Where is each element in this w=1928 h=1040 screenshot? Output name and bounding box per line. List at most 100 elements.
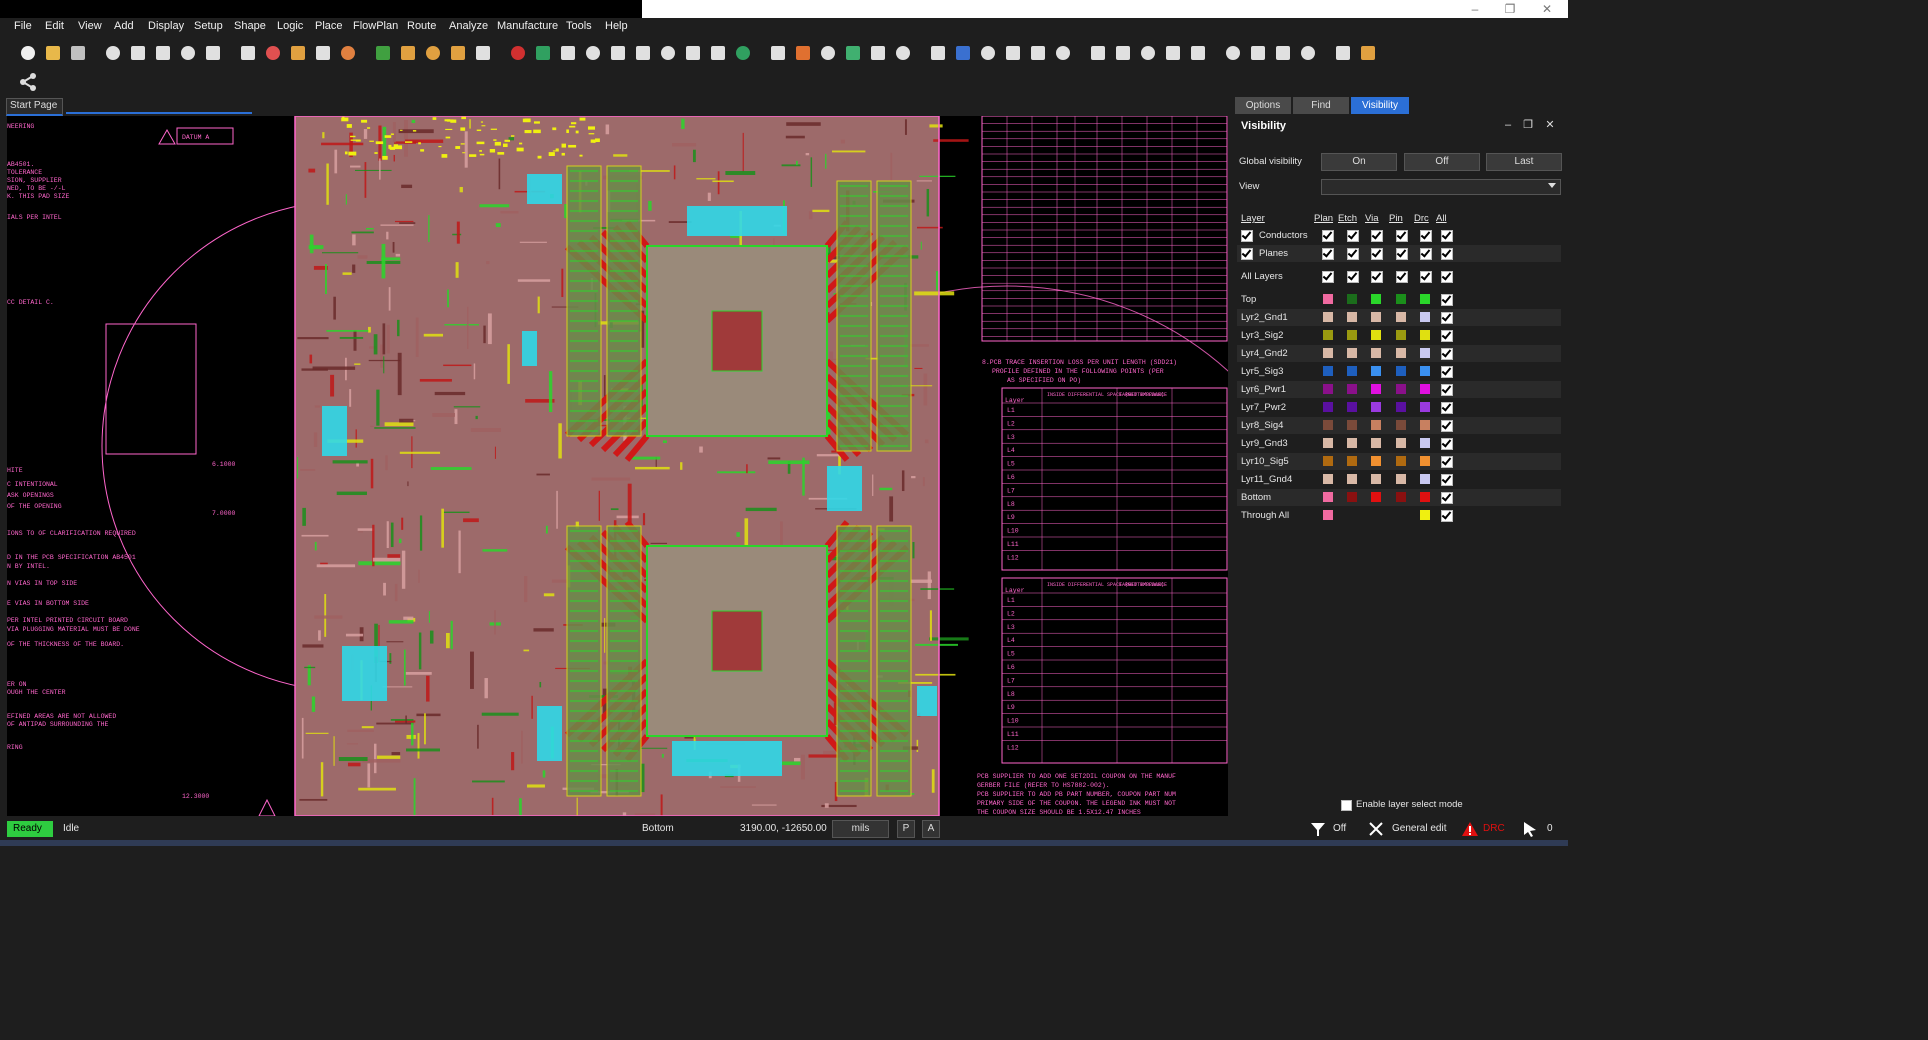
menu-view[interactable]: View [78, 20, 102, 32]
zoom-fit-icon[interactable] [558, 43, 578, 63]
plan-color-swatch[interactable] [1323, 402, 1333, 412]
layer-color-swatch[interactable] [1420, 492, 1430, 502]
layer-color-swatch[interactable] [1396, 366, 1406, 376]
brightness-icon[interactable] [1028, 43, 1048, 63]
layer-checkbox[interactable] [1322, 248, 1334, 260]
color-icon[interactable] [793, 43, 813, 63]
design-canvas[interactable]: NEERING AB4501. TOLERANCE SION, SUPPLIER NED… [7, 116, 1228, 816]
plan-color-swatch[interactable] [1323, 492, 1333, 502]
drc-icon[interactable] [508, 43, 528, 63]
chip-icon[interactable] [398, 43, 418, 63]
menu-flowplan[interactable]: FlowPlan [353, 20, 398, 32]
layer-all-checkbox[interactable] [1441, 402, 1453, 414]
zoom-in-icon[interactable] [608, 43, 628, 63]
units-box[interactable]: mils [832, 820, 889, 838]
plan-color-swatch[interactable] [1323, 510, 1333, 520]
edit-mode[interactable]: General edit [1392, 823, 1446, 834]
layer-all-checkbox[interactable] [1441, 492, 1453, 504]
layer-all-checkbox[interactable] [1441, 474, 1453, 486]
layer-checkbox[interactable] [1420, 271, 1432, 283]
layer-all-checkbox[interactable] [1441, 438, 1453, 450]
merge-icon[interactable] [1138, 43, 1158, 63]
plan-color-swatch[interactable] [1323, 384, 1333, 394]
settings-icon[interactable] [893, 43, 913, 63]
layer-color-swatch[interactable] [1396, 438, 1406, 448]
layer-color-swatch[interactable] [1420, 510, 1430, 520]
menu-file[interactable]: File [14, 20, 32, 32]
void-icon[interactable] [1113, 43, 1133, 63]
ratsnest-icon[interactable] [533, 43, 553, 63]
tab-options[interactable]: Options [1235, 97, 1291, 114]
layer-color-swatch[interactable] [1371, 294, 1381, 304]
status-active-layer[interactable]: Bottom [642, 823, 674, 834]
plan-color-swatch[interactable] [1323, 456, 1333, 466]
layer-all-checkbox[interactable] [1441, 420, 1453, 432]
layer-color-swatch[interactable] [1420, 438, 1430, 448]
delete-icon[interactable] [153, 43, 173, 63]
undo-icon[interactable] [178, 43, 198, 63]
export-icon[interactable] [1333, 43, 1353, 63]
layer-color-swatch[interactable] [1420, 402, 1430, 412]
layer-checkbox[interactable] [1322, 230, 1334, 242]
share-icon[interactable] [18, 72, 38, 92]
filter-icon[interactable] [1310, 821, 1326, 837]
layer-color-swatch[interactable] [1347, 366, 1357, 376]
tab-find[interactable]: Find [1293, 97, 1349, 114]
menu-route[interactable]: Route [407, 20, 436, 32]
layer-checkbox[interactable] [1371, 230, 1383, 242]
route-icon[interactable] [423, 43, 443, 63]
menu-display[interactable]: Display [148, 20, 184, 32]
layer-checkbox[interactable] [1347, 271, 1359, 283]
global-off-button[interactable]: Off [1404, 153, 1480, 171]
menu-shape[interactable]: Shape [234, 20, 266, 32]
layer-all-checkbox[interactable] [1441, 348, 1453, 360]
pcb-drawing[interactable]: NEERING AB4501.TOLERANCESION, SUPPLIERNED… [7, 116, 1228, 816]
report-icon[interactable] [868, 43, 888, 63]
menu-add[interactable]: Add [114, 20, 134, 32]
menu-help[interactable]: Help [605, 20, 628, 32]
panel-float-icon[interactable]: ❐ [1521, 118, 1535, 132]
layer-color-swatch[interactable] [1420, 456, 1430, 466]
layer-color-swatch[interactable] [1420, 366, 1430, 376]
layer-color-swatch[interactable] [1371, 492, 1381, 502]
cursor-icon[interactable] [1522, 821, 1538, 837]
layer-color-swatch[interactable] [1420, 384, 1430, 394]
plan-color-swatch[interactable] [1323, 474, 1333, 484]
property-icon[interactable] [978, 43, 998, 63]
group-checkbox[interactable] [1241, 248, 1253, 260]
menu-manufacture[interactable]: Manufacture [497, 20, 558, 32]
global-last-button[interactable]: Last [1486, 153, 1562, 171]
minimize-button[interactable]: – [1460, 1, 1490, 17]
layer-color-swatch[interactable] [1396, 474, 1406, 484]
tab-start-page[interactable]: Start Page [6, 98, 63, 116]
layer-color-swatch[interactable] [1371, 330, 1381, 340]
menu-tools[interactable]: Tools [566, 20, 592, 32]
3d-view-icon[interactable] [733, 43, 753, 63]
panel-minimize-icon[interactable]: – [1501, 118, 1515, 132]
layer-color-swatch[interactable] [1396, 456, 1406, 466]
layer-color-swatch[interactable] [1420, 312, 1430, 322]
plan-color-swatch[interactable] [1323, 348, 1333, 358]
layer-color-swatch[interactable] [1347, 438, 1357, 448]
layer-color-swatch[interactable] [1347, 348, 1357, 358]
layer-checkbox[interactable] [1347, 230, 1359, 242]
unfilter-icon[interactable] [1248, 43, 1268, 63]
redraw-icon[interactable] [708, 43, 728, 63]
menu-place[interactable]: Place [315, 20, 343, 32]
layer-color-swatch[interactable] [1347, 312, 1357, 322]
layer-checkbox[interactable] [1322, 271, 1334, 283]
maximize-button[interactable]: ❐ [1495, 1, 1525, 17]
plan-color-swatch[interactable] [1323, 312, 1333, 322]
layer-color-swatch[interactable] [1371, 384, 1381, 394]
swap-icon[interactable] [473, 43, 493, 63]
zoom-world-icon[interactable] [683, 43, 703, 63]
layer-checkbox[interactable] [1441, 271, 1453, 283]
layer-color-swatch[interactable] [1371, 402, 1381, 412]
layer-color-swatch[interactable] [1420, 294, 1430, 304]
pin-icon[interactable] [238, 43, 258, 63]
new-file-icon[interactable] [18, 43, 38, 63]
grid-icon[interactable] [768, 43, 788, 63]
layer-color-swatch[interactable] [1420, 420, 1430, 430]
p-button[interactable]: P [897, 820, 915, 838]
edit-text-icon[interactable] [338, 43, 358, 63]
